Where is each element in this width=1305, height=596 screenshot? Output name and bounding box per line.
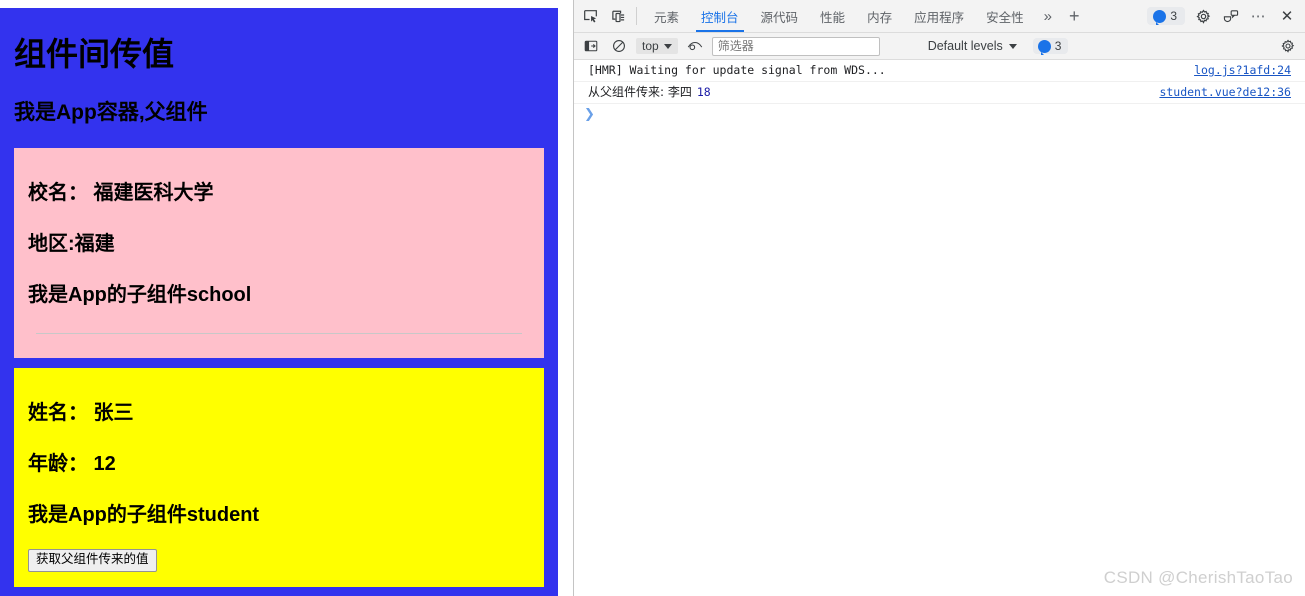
add-tab-plus-icon[interactable]: + xyxy=(1061,0,1088,32)
tab-security-label: 安全性 xyxy=(986,10,1024,25)
console-message-row[interactable]: 从父组件传来: 李四 18 student.vue?de12:36 xyxy=(574,82,1305,104)
tab-console-label: 控制台 xyxy=(701,10,739,25)
console-source-link[interactable]: student.vue?de12:36 xyxy=(1159,84,1299,100)
console-settings-gear-icon[interactable] xyxy=(1277,39,1299,53)
tab-application[interactable]: 应用程序 xyxy=(903,0,975,32)
more-options-label: ⋯ xyxy=(1250,8,1268,25)
devtools-panel: 元素 控制台 源代码 性能 内存 应用程序 安全性 » + 3 ⋯ ✕ top … xyxy=(574,0,1305,596)
tab-memory-label: 内存 xyxy=(867,10,893,25)
console-toolbar: top Default levels 3 xyxy=(574,33,1305,60)
student-age-line: 年龄： 12 xyxy=(28,453,116,475)
school-component-card: 校名： 福建医科大学 地区:福建 我是App的子组件school xyxy=(14,148,544,358)
add-tab-label: + xyxy=(1068,5,1080,26)
prompt-chevron-icon: ❯ xyxy=(584,106,595,121)
browser-page-viewport: 组件间传值 我是App容器,父组件 校名： 福建医科大学 地区:福建 我是App… xyxy=(0,0,573,596)
console-sidebar-icon[interactable] xyxy=(580,39,602,53)
tab-sources-label: 源代码 xyxy=(760,10,799,25)
console-input-prompt[interactable]: ❯ xyxy=(574,104,1305,124)
feedback-icon[interactable] xyxy=(1217,9,1245,24)
more-tabs-chevron-icon[interactable]: » xyxy=(1035,0,1061,32)
console-message-number: 18 xyxy=(696,85,711,99)
school-name-line: 校名： 福建医科大学 xyxy=(28,182,214,204)
issues-bubble-icon xyxy=(1153,9,1167,25)
devtools-tabbar-actions: 3 ⋯ ✕ xyxy=(1143,0,1305,32)
inspect-element-icon[interactable] xyxy=(576,0,604,32)
tab-application-label: 应用程序 xyxy=(914,10,965,25)
more-tabs-label: » xyxy=(1043,7,1052,25)
get-parent-value-button[interactable]: 获取父组件传来的值 xyxy=(28,549,157,572)
close-icon[interactable]: ✕ xyxy=(1273,7,1301,25)
school-identity-line: 我是App的子组件school xyxy=(28,284,252,306)
close-label: ✕ xyxy=(1280,8,1294,25)
tab-sources[interactable]: 源代码 xyxy=(750,0,810,32)
tab-console[interactable]: 控制台 xyxy=(690,0,750,32)
console-issues-count: 3 xyxy=(1054,39,1062,53)
console-message-row[interactable]: [HMR] Waiting for update signal from WDS… xyxy=(574,60,1305,82)
gear-icon[interactable] xyxy=(1189,8,1217,24)
console-levels-select[interactable]: Default levels xyxy=(928,39,1017,53)
issues-count-label: 3 xyxy=(1170,9,1177,23)
school-region-line: 地区:福建 xyxy=(28,233,115,255)
more-options-icon[interactable]: ⋯ xyxy=(1245,7,1273,25)
page-subtitle: 我是App容器,父组件 xyxy=(14,101,208,124)
execution-context-value: top xyxy=(642,39,659,53)
page-top-gap xyxy=(0,0,573,8)
student-name-line: 姓名： 张三 xyxy=(28,402,134,424)
device-toolbar-icon[interactable] xyxy=(604,0,632,32)
csdn-watermark: CSDN @CherishTaoTao xyxy=(1103,568,1293,587)
devtools-tabbar: 元素 控制台 源代码 性能 内存 应用程序 安全性 » + 3 ⋯ ✕ xyxy=(574,0,1305,33)
tab-performance[interactable]: 性能 xyxy=(809,0,856,32)
tab-performance-label: 性能 xyxy=(820,10,846,25)
tabbar-separator xyxy=(636,7,637,25)
chevron-down-icon xyxy=(663,43,672,49)
console-message-text: 从父组件传来: 李四 xyxy=(588,85,692,99)
tab-elements[interactable]: 元素 xyxy=(643,0,690,32)
issues-counter-badge[interactable]: 3 xyxy=(1147,7,1185,25)
app-container-blue: 组件间传值 我是App容器,父组件 校名： 福建医科大学 地区:福建 我是App… xyxy=(0,8,558,596)
console-levels-label: Default levels xyxy=(927,39,1003,53)
tab-security[interactable]: 安全性 xyxy=(975,0,1035,32)
console-issues-badge[interactable]: 3 xyxy=(1032,38,1069,55)
tab-memory[interactable]: 内存 xyxy=(856,0,903,32)
console-message-list: [HMR] Waiting for update signal from WDS… xyxy=(574,60,1305,124)
console-filter-input[interactable] xyxy=(711,36,880,56)
console-message-text: [HMR] Waiting for update signal from WDS… xyxy=(588,63,886,77)
screenshot-root: 组件间传值 我是App容器,父组件 校名： 福建医科大学 地区:福建 我是App… xyxy=(0,0,1305,596)
school-card-divider xyxy=(36,333,522,334)
live-expression-icon[interactable] xyxy=(684,40,706,53)
console-source-link[interactable]: log.js?1afd:24 xyxy=(1194,62,1299,78)
tabbar-spacer xyxy=(1087,0,1143,32)
issues-bubble-icon xyxy=(1037,39,1051,55)
execution-context-select[interactable]: top xyxy=(636,38,678,54)
page-scrollbar-gutter[interactable] xyxy=(558,0,573,596)
chevron-down-icon xyxy=(1008,43,1017,49)
student-identity-line: 我是App的子组件student xyxy=(28,504,260,526)
clear-console-icon[interactable] xyxy=(608,39,630,53)
student-component-card: 姓名： 张三 年龄： 12 我是App的子组件student 获取父组件传来的值 xyxy=(14,368,544,587)
tab-elements-label: 元素 xyxy=(654,10,680,25)
page-title: 组件间传值 xyxy=(14,36,175,72)
